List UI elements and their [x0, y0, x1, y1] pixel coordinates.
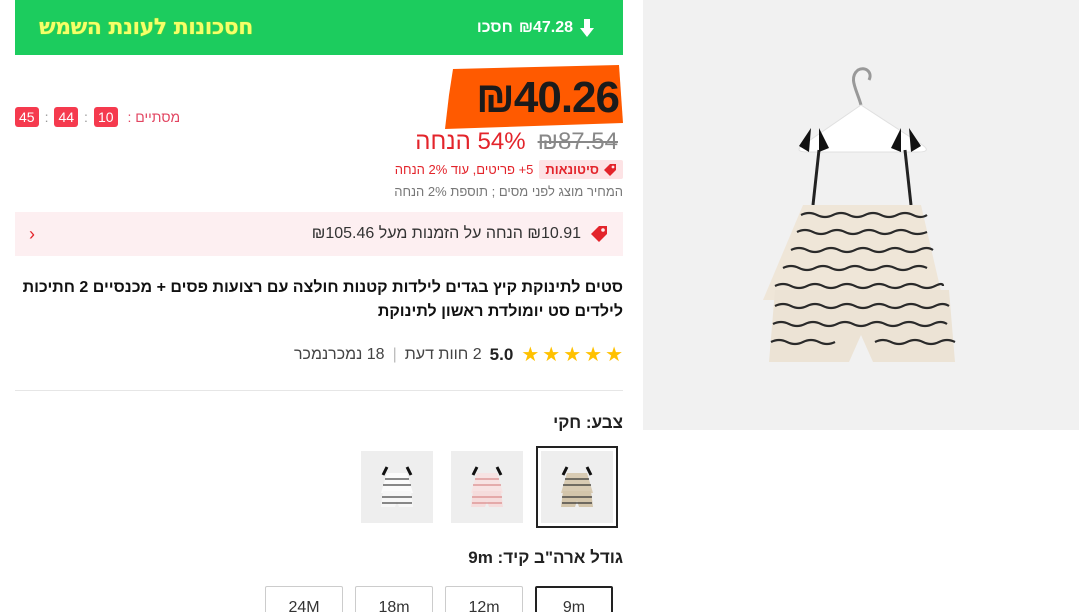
reviews-link[interactable]: 2 חוות דעת — [405, 346, 482, 364]
star-rating: ★ ★ ★ ★ ★ — [521, 344, 623, 366]
wholesale-badge-label: סיטונאות — [545, 162, 599, 177]
chevron-left-icon[interactable]: ‹ — [29, 224, 35, 245]
promo-banner[interactable]: ₪47.28 חסכו חסכונות לעונת השמש — [15, 0, 623, 55]
banner-save-label: חסכו — [476, 18, 513, 36]
swatch-white-image — [361, 451, 433, 523]
wholesale-badge: סיטונאות — [539, 160, 623, 179]
countdown-label: מסתיים : — [127, 109, 181, 125]
star-icon: ★ — [605, 344, 623, 366]
banner-savings: ₪47.28 חסכו — [477, 18, 595, 38]
swatch-pink-image — [451, 451, 523, 523]
outfit-illustration — [643, 0, 1079, 430]
size-option-12m[interactable]: 12m — [445, 586, 523, 612]
countdown-timer: 45 : 44 : 10 מסתיים : — [15, 107, 180, 127]
down-arrow-icon — [580, 18, 594, 37]
tag-icon — [604, 163, 616, 176]
discount-line: ₪87.54 54% הנחה — [415, 128, 618, 156]
sold-count: 18 נמכרנמכר — [294, 346, 385, 363]
color-label: צבע: חקי — [553, 413, 623, 432]
rating-separator: | — [392, 346, 397, 363]
color-swatches — [361, 446, 618, 528]
banner-title: חסכונות לעונת השמש — [39, 15, 253, 40]
size-option-9m[interactable]: 9m — [535, 586, 613, 612]
color-swatch-white[interactable] — [361, 451, 433, 523]
coupon-text: ₪10.91 הנחה על הזמנות מעל ₪105.46 — [311, 225, 581, 242]
star-icon: ★ — [563, 344, 582, 366]
color-swatch-khaki[interactable] — [536, 446, 618, 528]
product-title: סטים לתינוקת קיץ בגדים לילדות קטנות חולצ… — [22, 279, 623, 320]
discount-percent: 54% הנחה — [415, 128, 526, 155]
wholesale-text: 5+ פריטים, עוד 2% הנחה — [394, 162, 534, 177]
rating-row[interactable]: ★ ★ ★ ★ ★ 5.0 2 חוות דעת | 18 נמכרנמכר — [294, 344, 623, 366]
color-swatch-pink[interactable] — [451, 451, 523, 523]
star-icon: ★ — [584, 344, 603, 366]
size-option-24m[interactable]: 24M — [265, 586, 343, 612]
countdown-seconds: 45 — [15, 107, 39, 127]
banner-save-amount: ₪47.28 — [518, 18, 573, 36]
product-main-image[interactable] — [643, 0, 1079, 430]
product-info-panel: ₪47.28 חסכו חסכונות לעונת השמש ₪40.26 45… — [15, 0, 623, 612]
divider — [15, 390, 623, 391]
star-icon: ★ — [521, 344, 540, 366]
countdown-separator: : — [84, 109, 88, 125]
coupon-bar[interactable]: ₪10.91 הנחה על הזמנות מעל ₪105.46 ‹ — [15, 212, 623, 256]
rating-value: 5.0 — [489, 345, 514, 364]
size-label: גודל ארה"ב קיד: 9m — [468, 548, 623, 567]
countdown-hours: 10 — [93, 107, 118, 127]
size-options: 9m 12m 18m 24M — [265, 586, 613, 612]
swatch-khaki-image — [541, 451, 613, 523]
star-icon: ★ — [542, 344, 561, 366]
size-option-18m[interactable]: 18m — [355, 586, 433, 612]
coupon-tag-icon — [591, 226, 607, 242]
countdown-separator: : — [44, 109, 49, 125]
tax-note: המחיר מוצג לפני מסים ; תוספת 2% הנחה — [394, 184, 623, 199]
current-price: ₪40.26 — [476, 73, 620, 122]
original-price: ₪87.54 — [537, 128, 618, 155]
countdown-minutes: 44 — [54, 107, 79, 127]
wholesale-offer[interactable]: סיטונאות 5+ פריטים, עוד 2% הנחה — [395, 160, 623, 179]
price-area: ₪40.26 45 : 44 : 10 מסתיים : — [15, 63, 623, 138]
